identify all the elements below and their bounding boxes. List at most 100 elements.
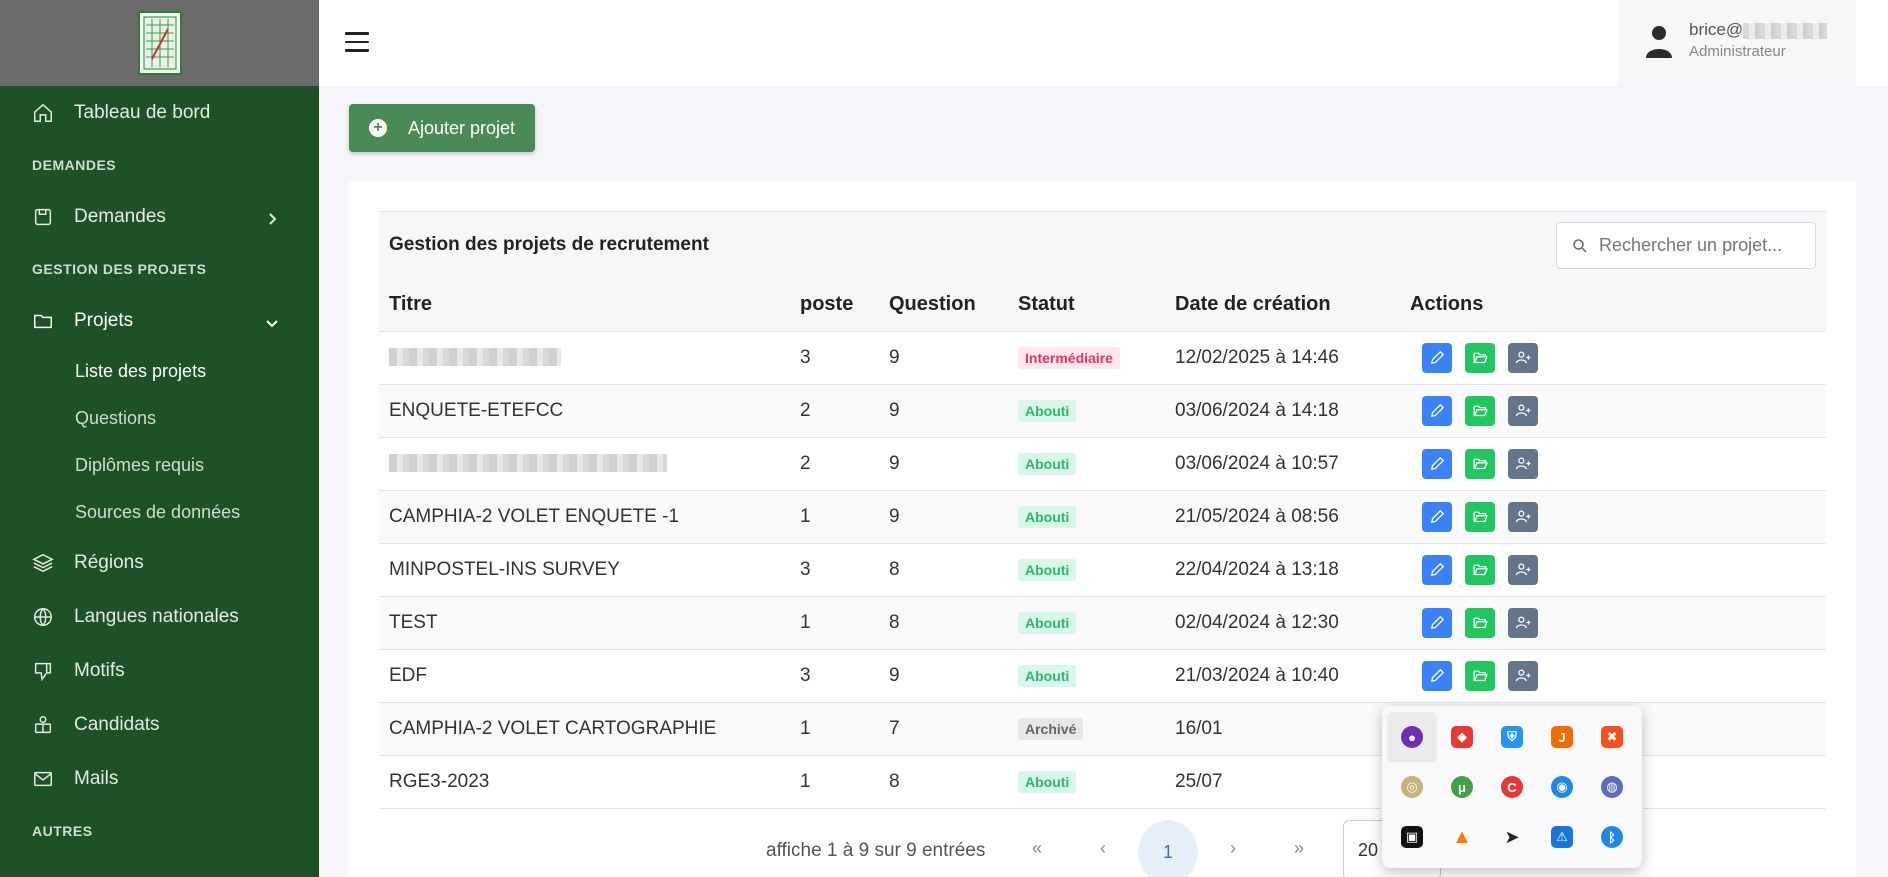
edit-button[interactable] [1422,395,1452,426]
tray-ccleaner-icon[interactable]: C [1487,762,1537,812]
sidebar-item-regions[interactable]: Régions [0,536,319,590]
cell-date: 03/06/2024 à 14:18 [1165,384,1400,438]
status-badge: Abouti [1018,770,1077,793]
tray-java-icon[interactable]: J [1537,712,1587,762]
plus-circle-icon: + [369,119,387,137]
tray-utorrent-icon[interactable]: μ [1437,762,1487,812]
user-avatar-icon [1646,26,1672,58]
col-header-statut[interactable]: Statut [1008,279,1165,332]
tray-telegram-icon[interactable]: ➤ [1487,812,1537,862]
open-folder-button[interactable] [1465,554,1495,585]
prev-page-button[interactable]: ‹ [1083,820,1123,877]
redacted-title [389,454,667,473]
col-header-question[interactable]: Question [879,279,1008,332]
assign-user-button[interactable] [1508,607,1538,638]
cell-date: 03/06/2024 à 10:57 [1165,437,1400,491]
assign-user-button[interactable] [1508,501,1538,532]
sidebar-subitem-sources[interactable]: Sources de données [0,489,319,536]
col-header-titre[interactable]: Titre [379,279,790,332]
sidebar-item-mails[interactable]: Mails [0,752,319,806]
open-folder-button[interactable] [1465,342,1495,373]
edit-button[interactable] [1422,342,1452,373]
user-add-icon [1515,404,1531,417]
folder-open-icon [1472,405,1488,417]
user-menu[interactable]: brice@ Administrateur [1618,0,1856,86]
pencil-icon [1430,668,1444,682]
cell-question: 9 [879,490,1008,544]
sidebar-item-projets[interactable]: Projets [0,294,319,348]
search-input[interactable] [1599,235,1799,256]
open-folder-button[interactable] [1465,395,1495,426]
redacted-title [389,348,561,367]
open-folder-button[interactable] [1465,448,1495,479]
sidebar-item-langues[interactable]: Langues nationales [0,590,319,644]
col-header-poste[interactable]: poste [790,279,879,332]
tray-disc-icon[interactable]: ◎ [1387,762,1437,812]
sidebar-subitem-questions[interactable]: Questions [0,395,319,442]
sidebar-item-dashboard[interactable]: Tableau de bord [0,86,319,140]
thumbs-down-icon [32,660,54,682]
status-badge: Archivé [1018,717,1084,740]
table-row: CAMPHIA-2 VOLET ENQUETE -1 1 9 Abouti 21/05/… [379,490,1826,544]
tray-security-icon[interactable]: ⚠ [1537,812,1587,862]
tray-app-icon[interactable]: ● [1387,712,1437,762]
cell-question: 9 [879,437,1008,491]
cell-date: 21/03/2024 à 10:40 [1165,649,1400,703]
add-project-button[interactable]: + Ajouter projet [349,104,535,152]
sidebar-item-candidats[interactable]: Candidats [0,698,319,752]
open-folder-button[interactable] [1465,660,1495,691]
cell-statut: Abouti [1008,490,1165,544]
cell-poste: 1 [790,702,879,756]
assign-user-button[interactable] [1508,448,1538,479]
logo-area [0,0,319,86]
folder-icon [32,310,54,332]
table-row: MINPOSTEL-INS SURVEY 3 8 Abouti 22/04/2024 à… [379,543,1826,597]
sidebar-subitem-liste-projets[interactable]: Liste des projets [0,348,319,395]
tray-anydesk-icon[interactable]: ◆ [1437,712,1487,762]
sidebar-subitem-diplomes[interactable]: Diplômes requis [0,442,319,489]
assign-user-button[interactable] [1508,342,1538,373]
user-add-icon [1515,510,1531,523]
cell-titre: ENQUETE-ETEFCC [379,384,790,438]
edit-button[interactable] [1422,554,1452,585]
pencil-icon [1430,562,1444,576]
sidebar-item-label: Régions [74,552,144,573]
edit-button[interactable] [1422,501,1452,532]
cell-titre [379,437,790,491]
user-add-icon [1515,669,1531,682]
edit-button[interactable] [1422,660,1452,691]
menu-icon[interactable] [345,32,369,52]
assign-user-button[interactable] [1508,395,1538,426]
edit-button[interactable] [1422,448,1452,479]
first-page-button[interactable]: « [1017,820,1057,877]
assign-user-button[interactable] [1508,660,1538,691]
table-row: ENQUETE-ETEFCC 2 9 Abouti 03/06/2024 à 14:18 [379,384,1826,438]
open-folder-button[interactable] [1465,607,1495,638]
tray-xampp-icon[interactable]: ✖ [1587,712,1637,762]
cell-statut: Abouti [1008,384,1165,438]
system-tray-popup: ● ◆ ⛨ J ✖ ◎ μ C ◉ ◍ ▣ ▲ ➤ ⚠ ᛒ [1382,706,1642,868]
sidebar-item-demandes[interactable]: Demandes [0,190,319,244]
logo[interactable] [137,11,182,75]
tray-vlc-icon[interactable]: ▲ [1437,812,1487,862]
tray-network-icon[interactable]: ◍ [1587,762,1637,812]
folder-open-icon [1472,670,1488,682]
cell-statut: Archivé [1008,702,1165,756]
col-header-date[interactable]: Date de création [1165,279,1400,332]
pencil-icon [1430,403,1444,417]
search-box[interactable] [1556,222,1816,269]
tray-nvidia-icon[interactable]: ▣ [1387,812,1437,862]
sidebar-item-motifs[interactable]: Motifs [0,644,319,698]
last-page-button[interactable]: » [1279,820,1319,877]
current-page-button[interactable]: 1 [1138,820,1198,877]
edit-button[interactable] [1422,607,1452,638]
table-row: EDF 3 9 Abouti 21/03/2024 à 10:40 [379,649,1826,703]
tray-shield-icon[interactable]: ⛨ [1487,712,1537,762]
assign-user-button[interactable] [1508,554,1538,585]
next-page-button[interactable]: › [1213,820,1253,877]
tray-bluetooth-icon[interactable]: ᛒ [1587,812,1637,862]
cell-statut: Abouti [1008,755,1165,809]
cell-actions [1400,384,1826,438]
tray-ring-icon[interactable]: ◉ [1537,762,1587,812]
open-folder-button[interactable] [1465,501,1495,532]
